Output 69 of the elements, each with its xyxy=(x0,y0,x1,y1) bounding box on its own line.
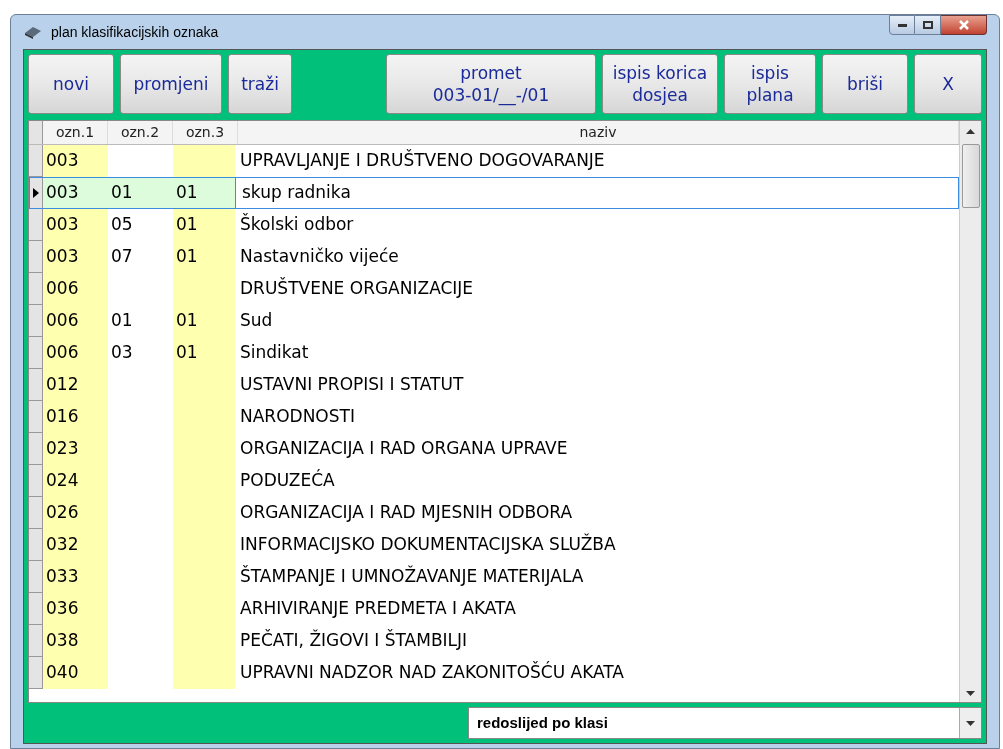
maximize-icon xyxy=(922,21,933,29)
toolbar-button[interactable]: novi xyxy=(28,54,114,114)
row-selector[interactable] xyxy=(29,177,43,209)
table-cell-text: Sud xyxy=(239,309,274,333)
table-cell-text: UPRAVLJANJE I DRUŠTVENO DOGOVARANJE xyxy=(239,148,606,173)
table-cell-text: ARHIVIRANJE PREDMETA I AKATA xyxy=(239,597,517,621)
table-cell: 003 xyxy=(43,177,108,209)
table-cell: 003 xyxy=(43,209,108,241)
table-cell-text: DRUŠTVENE ORGANIZACIJE xyxy=(239,276,475,301)
column-header[interactable]: ozn.3 xyxy=(173,121,238,144)
table-cell: 040 xyxy=(43,657,108,689)
table-cell: 006 xyxy=(43,305,108,337)
table-cell: 01 xyxy=(173,241,235,273)
toolbar-button[interactable]: promjeni xyxy=(120,54,222,114)
scroll-thumb[interactable] xyxy=(961,144,980,208)
table-cell-text: PEČATI, ŽIGOVI I ŠTAMBILJI xyxy=(239,628,469,653)
table-cell-text: UPRAVNI NADZOR NAD ZAKONITOŠĆU AKATA xyxy=(239,660,625,685)
table-cell: 006 xyxy=(43,337,108,369)
column-shading xyxy=(173,145,235,177)
table-cell: 01 xyxy=(173,337,235,369)
toolbar-button[interactable]: promet 003-01/__-/01 xyxy=(386,54,596,114)
table-cell-text: ORGANIZACIJA I RAD MJESNIH ODBORA xyxy=(239,501,574,525)
close-icon xyxy=(958,20,969,30)
scroll-up-icon xyxy=(966,129,975,134)
grid-corner xyxy=(29,121,43,144)
toolbar-button[interactable]: X xyxy=(914,54,982,114)
toolbar-button[interactable]: ispis korica dosjea xyxy=(602,54,718,114)
toolbar-button[interactable]: ispis plana xyxy=(724,54,816,114)
table-cell: 01 xyxy=(108,177,173,209)
table-cell-text: USTAVNI PROPISI I STATUT xyxy=(239,373,465,397)
table-cell: 01 xyxy=(173,305,235,337)
vertical-scrollbar[interactable] xyxy=(959,121,981,702)
table-cell: 038 xyxy=(43,625,108,657)
toolbar-button[interactable]: briši xyxy=(822,54,908,114)
window-title: plan klasifikacijskih oznaka xyxy=(51,22,219,42)
maximize-button[interactable] xyxy=(915,15,941,35)
table-cell-text: Nastavničko vijeće xyxy=(239,245,400,269)
table-cell-text: INFORMACIJSKO DOKUMENTACIJSKA SLUŽBA xyxy=(239,532,617,557)
close-button[interactable] xyxy=(941,15,987,35)
table-cell: 024 xyxy=(43,465,108,497)
scroll-down-icon xyxy=(966,691,975,696)
table-cell: 036 xyxy=(43,593,108,625)
table-cell: 023 xyxy=(43,433,108,465)
table-cell: 016 xyxy=(43,401,108,433)
table-cell: 006 xyxy=(43,273,108,305)
row-pointer-icon xyxy=(32,187,39,198)
sort-order-select[interactable]: redoslijed po klasi xyxy=(468,707,982,739)
table-cell: 033 xyxy=(43,561,108,593)
column-header[interactable]: ozn.1 xyxy=(43,121,108,144)
table-cell: 012 xyxy=(43,369,108,401)
table-cell: 003 xyxy=(43,241,108,273)
minimize-icon xyxy=(897,23,907,27)
minimize-button[interactable] xyxy=(889,15,915,35)
table-cell-text: PODUZEĆA xyxy=(239,468,336,493)
app-icon xyxy=(23,24,43,40)
table-cell: 026 xyxy=(43,497,108,529)
table-cell-text: NARODNOSTI xyxy=(239,405,356,429)
table-cell-text: ŠTAMPANJE I UMNOŽAVANJE MATERIJALA xyxy=(239,564,585,589)
table-cell: 01 xyxy=(173,177,235,209)
column-shading xyxy=(173,657,235,689)
table-cell-text: Školski odbor xyxy=(239,212,355,237)
column-header[interactable]: ozn.2 xyxy=(108,121,173,144)
table-cell: 003 xyxy=(43,145,108,177)
table-cell-text: Sindikat xyxy=(239,341,310,365)
toolbar-button[interactable]: traži xyxy=(228,54,292,114)
table-cell: 01 xyxy=(173,209,235,241)
table-cell-text: ORGANIZACIJA I RAD ORGANA UPRAVE xyxy=(239,437,569,461)
dropdown-caret-icon xyxy=(966,720,975,726)
table-cell: 032 xyxy=(43,529,108,561)
